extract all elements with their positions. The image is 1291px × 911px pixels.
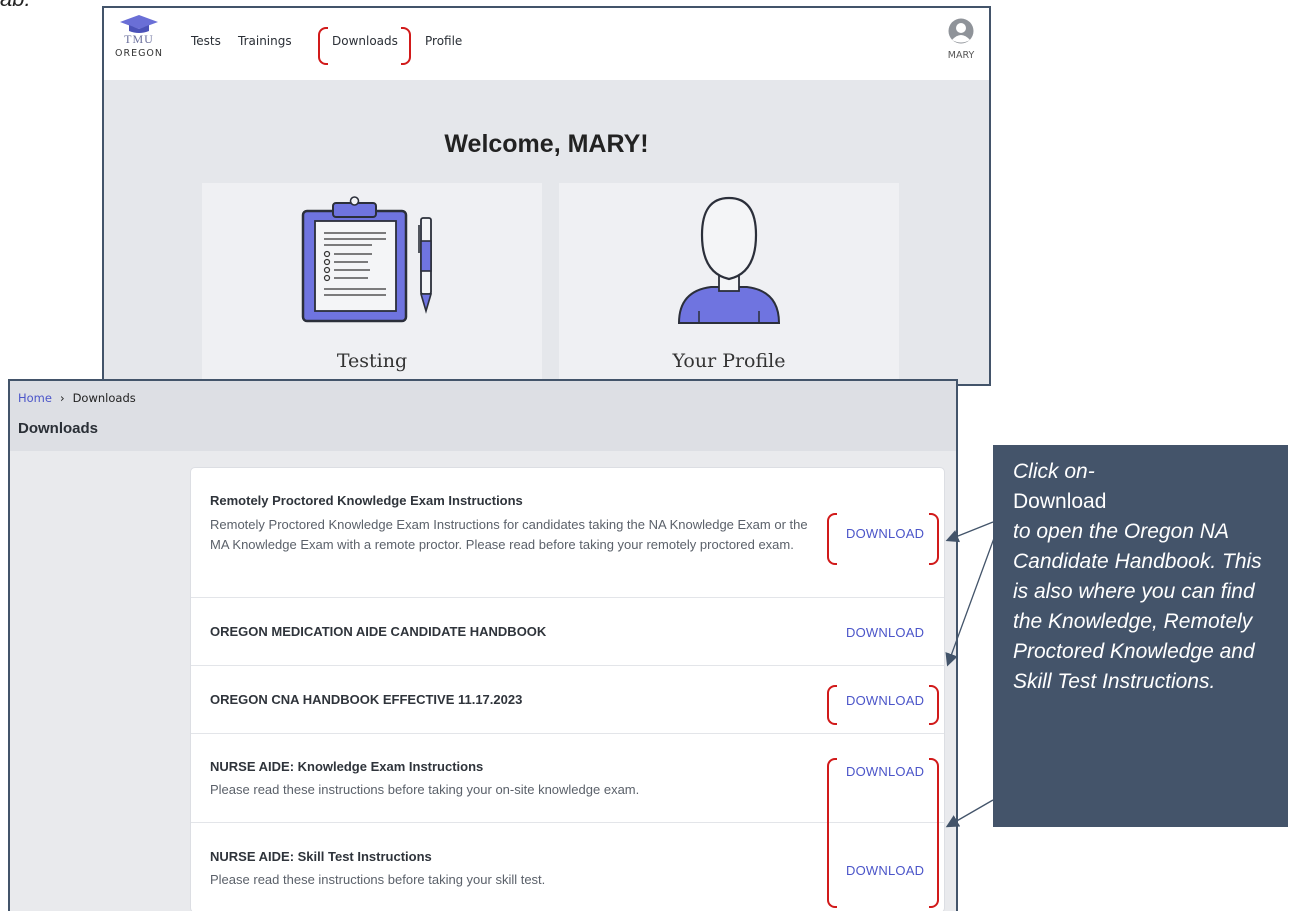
callout-arrows [945, 521, 998, 828]
arrow-to-handbook-download [945, 529, 998, 667]
arrow-to-first-download [945, 521, 994, 543]
arrow-to-instruction-downloads [945, 799, 994, 828]
